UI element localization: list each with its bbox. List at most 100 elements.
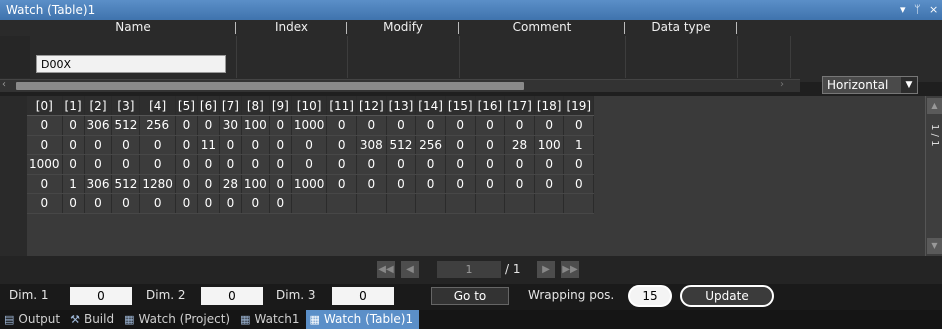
table-cell[interactable]: 0 [326,154,357,175]
table-cell[interactable]: 0 [534,115,565,136]
table-cell[interactable]: 0 [534,174,565,194]
table-cell[interactable] [291,193,328,214]
layout-select[interactable]: Horizontal ▼ [822,76,918,94]
table-cell[interactable]: 0 [269,135,292,155]
table-cell[interactable]: 256 [139,115,176,136]
table-cell[interactable]: 0 [356,154,387,175]
table-cell[interactable]: 306 [84,174,113,194]
table-cell[interactable]: 1000 [27,154,63,175]
tab-output[interactable]: ▤ Output [0,310,66,329]
dim1-input[interactable]: 0 [70,287,132,305]
table-cell[interactable]: 0 [139,193,176,214]
table-cell[interactable]: 100 [241,174,270,194]
last-page-icon[interactable]: ▶▶ [561,261,579,278]
page-down-icon[interactable]: ▼ [927,238,942,254]
go-to-button[interactable]: Go to [431,287,509,305]
table-cell[interactable]: 0 [111,135,141,155]
dropdown-icon[interactable]: ▾ [900,3,906,16]
column-comment[interactable]: Comment [459,20,625,36]
table-cell[interactable]: 0 [475,135,506,155]
table-cell[interactable]: 0 [139,135,176,155]
table-cell[interactable] [563,193,595,214]
table-cell[interactable]: 0 [175,174,198,194]
column-data-type[interactable]: Data type [625,20,737,36]
table-cell[interactable]: 306 [84,115,113,136]
prev-page-icon[interactable]: ◀ [401,261,419,278]
table-cell[interactable] [326,193,357,214]
table-cell[interactable]: 30 [219,115,242,136]
scroll-left-icon[interactable]: ‹ [2,79,6,90]
table-cell[interactable]: 308 [356,135,387,155]
table-cell[interactable]: 0 [269,115,292,136]
table-cell[interactable]: 0 [197,154,220,175]
table-cell[interactable]: 0 [241,193,270,214]
table-cell[interactable]: 0 [197,193,220,214]
table-cell[interactable] [356,193,387,214]
table-cell[interactable]: 0 [175,115,198,136]
table-cell[interactable]: 0 [84,193,113,214]
tab-watch-table1[interactable]: ▦ Watch (Table)1 [305,310,420,329]
first-page-icon[interactable]: ◀◀ [377,261,395,278]
next-page-icon[interactable]: ▶ [537,261,555,278]
table-cell[interactable]: 28 [219,174,242,194]
table-cell[interactable]: 0 [241,135,270,155]
table-cell[interactable]: 0 [219,154,242,175]
table-cell[interactable]: 0 [62,154,85,175]
table-cell[interactable]: 0 [197,115,220,136]
table-cell[interactable]: 0 [415,154,446,175]
table-cell[interactable]: 0 [386,115,417,136]
table-cell[interactable] [534,193,565,214]
table-cell[interactable]: 0 [326,135,357,155]
table-cell[interactable]: 0 [27,135,63,155]
table-cell[interactable]: 512 [386,135,417,155]
table-cell[interactable]: 0 [475,115,506,136]
table-cell[interactable]: 0 [386,174,417,194]
wrapping-pos-input[interactable]: 15 [628,285,672,307]
table-cell[interactable]: 0 [27,193,63,214]
table-cell[interactable]: 0 [175,135,198,155]
table-cell[interactable]: 100 [241,115,270,136]
table-cell[interactable]: 0 [415,115,446,136]
table-cell[interactable]: 1 [563,135,595,155]
table-cell[interactable]: 0 [534,154,565,175]
table-cell[interactable]: 0 [175,193,198,214]
dim2-input[interactable]: 0 [201,287,263,305]
table-cell[interactable]: 0 [219,193,242,214]
table-cell[interactable]: 512 [111,174,141,194]
column-index[interactable]: Index [236,20,347,36]
table-cell[interactable]: 0 [386,154,417,175]
table-cell[interactable]: 0 [269,154,292,175]
table-cell[interactable]: 0 [241,154,270,175]
table-cell[interactable]: 0 [111,193,141,214]
scroll-right-icon[interactable]: › [780,79,784,90]
table-cell[interactable]: 1 [62,174,85,194]
table-cell[interactable]: 0 [84,135,113,155]
table-cell[interactable]: 0 [504,154,535,175]
table-cell[interactable]: 0 [563,154,595,175]
table-cell[interactable]: 0 [445,174,476,194]
pin-icon[interactable]: ᛘ [914,3,921,16]
horizontal-scrollbar[interactable]: ‹ › [0,79,800,92]
table-cell[interactable]: 1000 [291,174,328,194]
table-cell[interactable]: 0 [504,174,535,194]
table-cell[interactable]: 0 [197,174,220,194]
page-up-icon[interactable]: ▲ [927,98,942,114]
table-cell[interactable]: 100 [534,135,565,155]
table-cell[interactable]: 0 [326,115,357,136]
table-cell[interactable]: 0 [62,193,85,214]
table-cell[interactable]: 0 [563,115,595,136]
table-cell[interactable]: 0 [445,135,476,155]
table-cell[interactable]: 0 [445,154,476,175]
table-cell[interactable]: 1280 [139,174,176,194]
table-cell[interactable] [386,193,417,214]
table-cell[interactable]: 0 [111,154,141,175]
table-cell[interactable]: 0 [445,115,476,136]
table-cell[interactable]: 0 [27,174,63,194]
table-cell[interactable]: 0 [27,115,63,136]
table-cell[interactable]: 1000 [291,115,328,136]
table-cell[interactable]: 28 [504,135,535,155]
table-cell[interactable]: 0 [415,174,446,194]
table-cell[interactable]: 512 [111,115,141,136]
tab-watch1[interactable]: ▦ Watch1 [236,310,305,329]
table-cell[interactable]: 0 [269,193,292,214]
